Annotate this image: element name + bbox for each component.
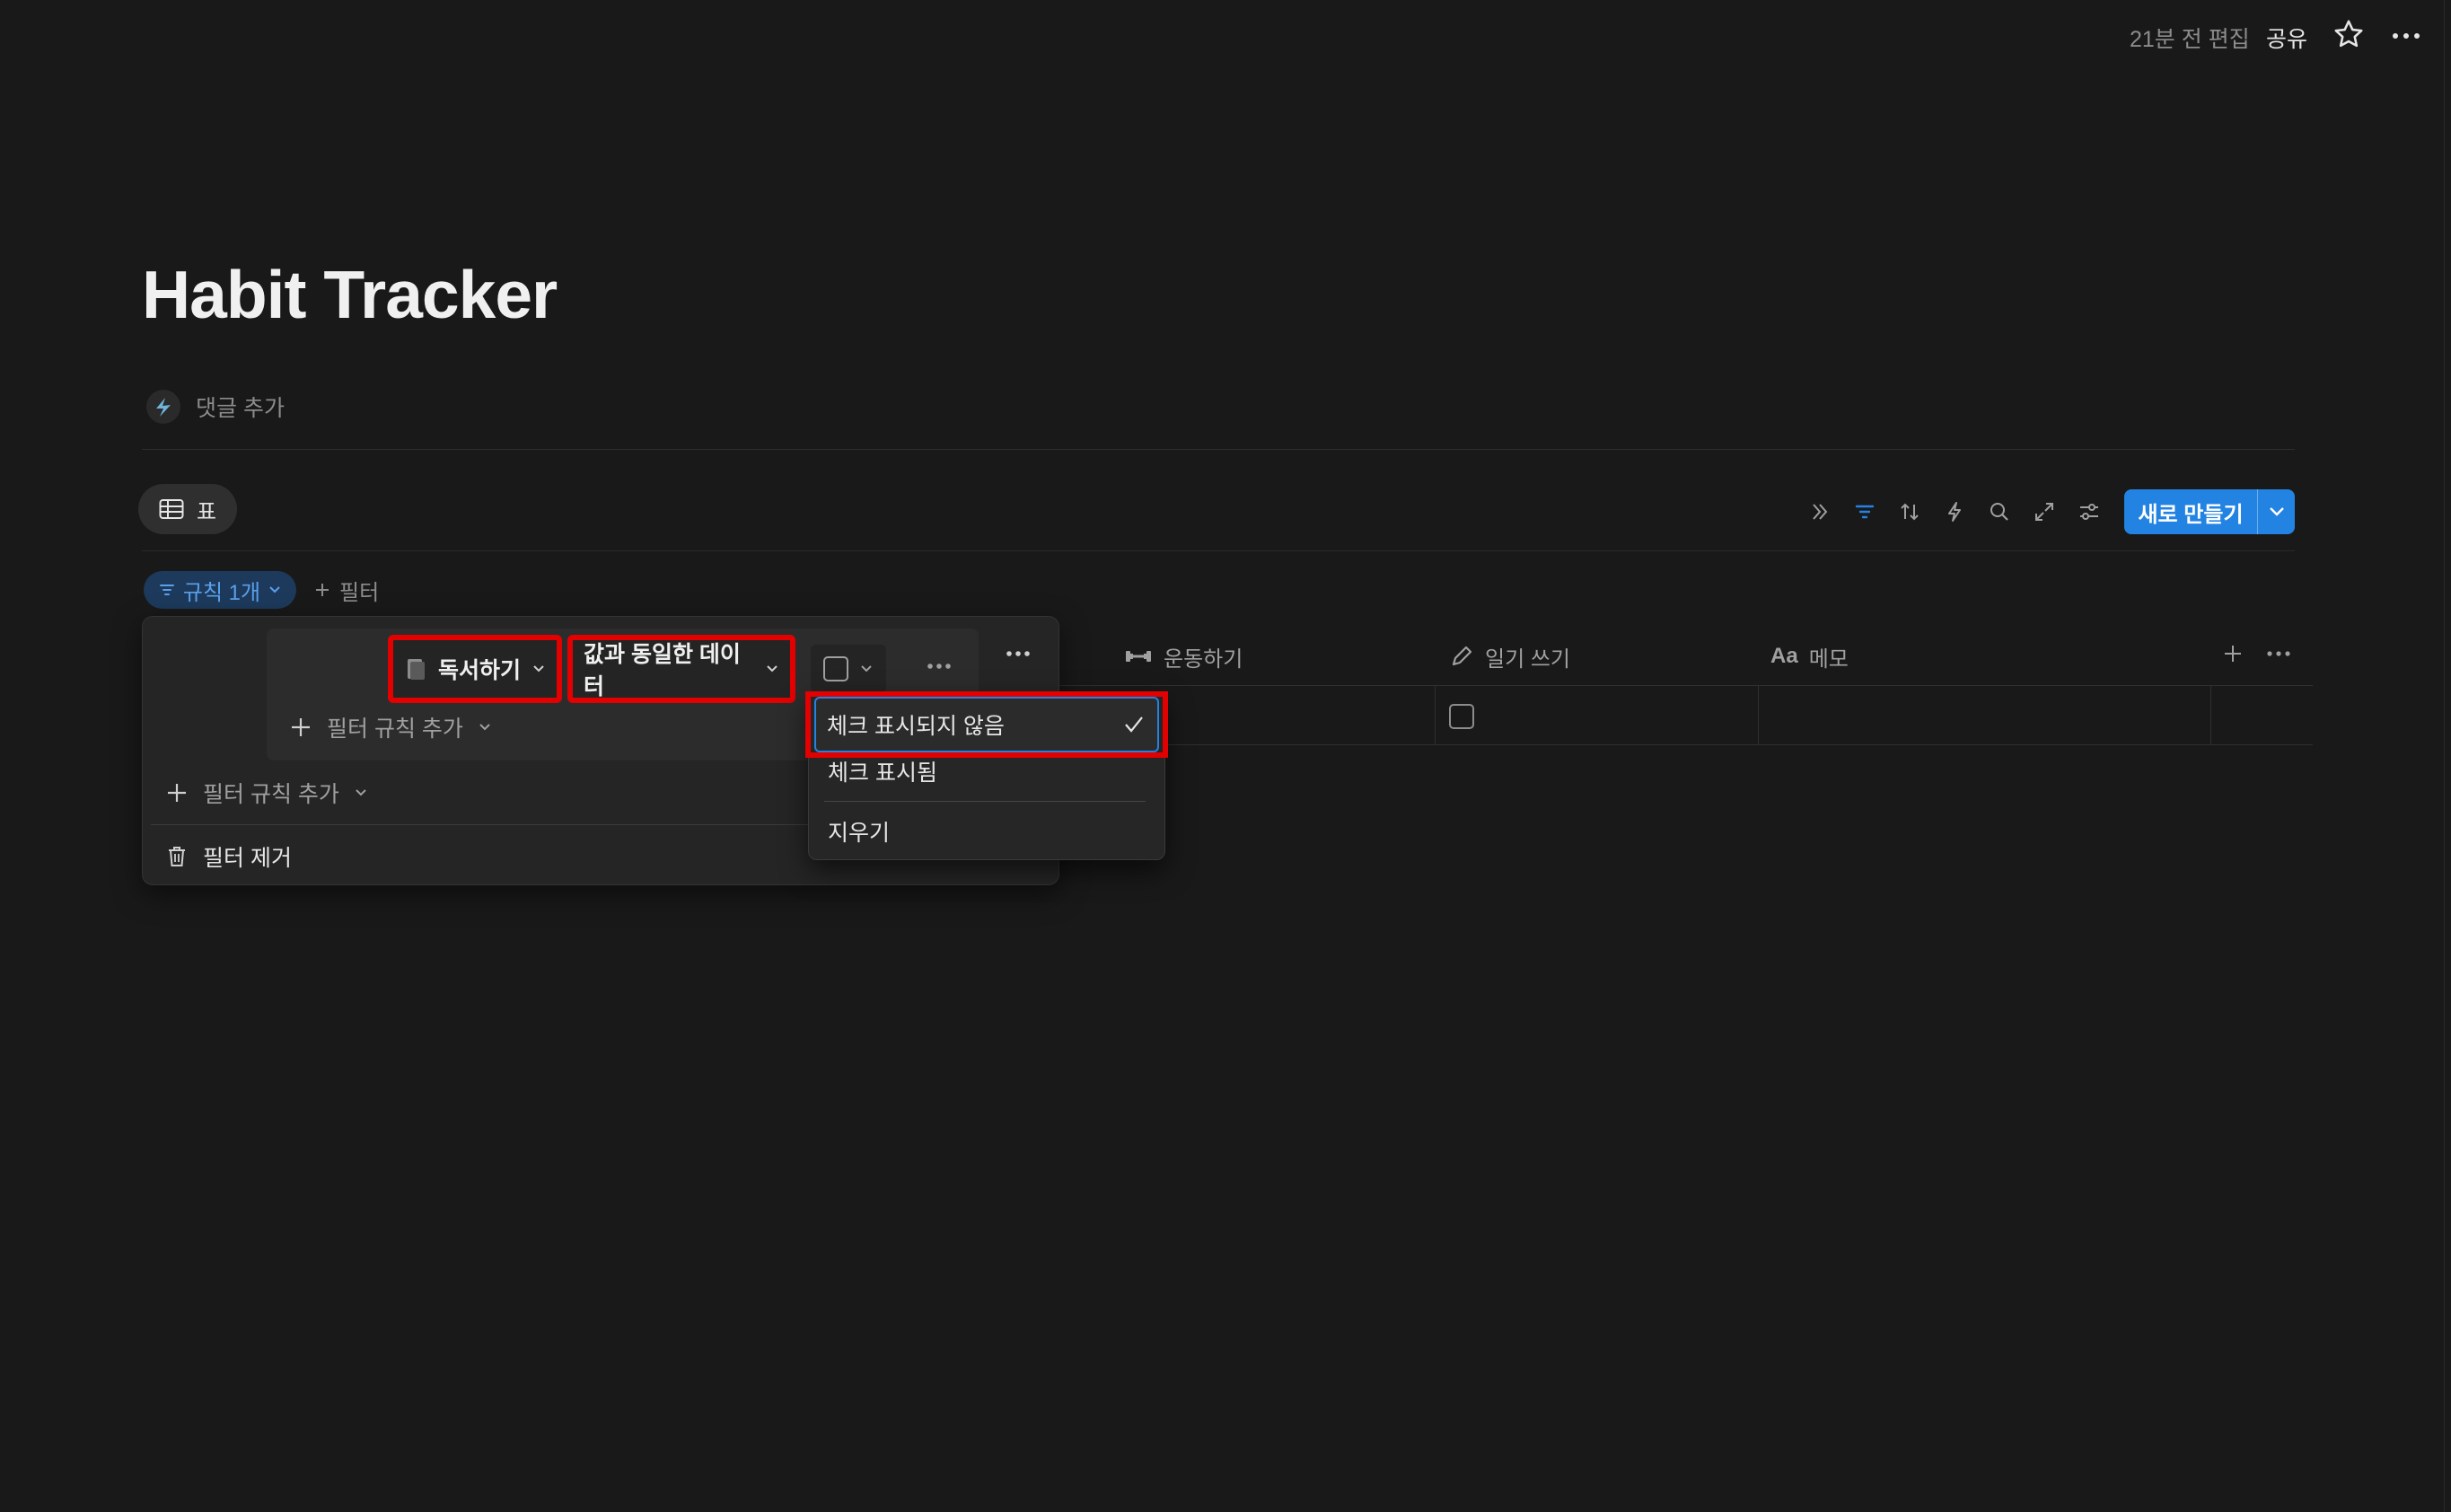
more-horizontal-icon[interactable] [2388, 20, 2424, 52]
add-column-button[interactable] [2222, 643, 2244, 664]
page-title[interactable]: Habit Tracker [142, 256, 558, 333]
plus-icon [314, 582, 330, 598]
filter-operator-select[interactable]: 값과 동일한 데이터 [567, 635, 795, 703]
option-unchecked[interactable]: 체크 표시되지 않음 [814, 697, 1159, 752]
settings-sliders-icon[interactable] [2071, 494, 2107, 530]
tab-table-view[interactable]: 표 [138, 484, 237, 534]
column-label: 운동하기 [1164, 646, 1243, 672]
remove-filter-button[interactable]: 필터 제거 [165, 841, 292, 872]
divider [142, 449, 2295, 450]
filter-icon [158, 581, 176, 599]
lightning-icon[interactable] [1937, 494, 1972, 530]
dumbbell-icon [1124, 646, 1153, 666]
plus-icon [165, 781, 189, 804]
window-edge [2444, 0, 2445, 1512]
plus-icon [289, 716, 312, 739]
rule-chip-label: 규칙 1개 [182, 580, 261, 605]
expand-icon[interactable] [2026, 494, 2062, 530]
new-button-dropdown[interactable] [2257, 489, 2295, 534]
column-header-exercise[interactable]: 운동하기 [1124, 629, 1243, 683]
filter-property-label: 독서하기 [438, 658, 522, 683]
chevron-down-icon [2268, 505, 2286, 518]
options-divider [824, 801, 1146, 802]
check-icon [1123, 715, 1145, 734]
chevron-down-icon [859, 664, 874, 674]
option-clear[interactable]: 지우기 [828, 815, 890, 848]
share-button[interactable]: 공유 [2266, 22, 2307, 54]
add-filter-rule-inner[interactable]: 필터 규칙 추가 [289, 713, 492, 742]
star-icon[interactable] [2332, 18, 2365, 50]
new-button[interactable]: 새로 만들기 [2124, 489, 2257, 534]
group-more-button[interactable] [1004, 645, 1032, 663]
text-aa-icon: Aa [1770, 644, 1798, 668]
more-horizontal-icon[interactable] [2264, 645, 2293, 663]
chevron-down-icon [765, 664, 779, 674]
search-icon[interactable] [1981, 494, 2017, 530]
toolbar-divider [142, 550, 2295, 551]
double-chevron-right-icon[interactable] [1802, 494, 1838, 530]
add-comment-row[interactable]: 댓글 추가 [145, 389, 285, 425]
table-row-border [1059, 744, 2313, 745]
chevron-down-icon [268, 585, 282, 595]
new-button-group: 새로 만들기 [2124, 489, 2295, 534]
option-unchecked-highlight[interactable]: 체크 표시되지 않음 [805, 691, 1168, 758]
filter-rule-chip[interactable]: 규칙 1개 [144, 571, 296, 609]
chevron-down-icon [531, 664, 546, 674]
add-filter-rule-outer[interactable]: 필터 규칙 추가 [165, 778, 368, 807]
column-header-journal[interactable]: 일기 쓰기 [1449, 629, 1570, 683]
filter-operator-label: 값과 동일한 데이터 [584, 642, 741, 699]
table-header-border [1059, 685, 2313, 686]
column-divider [1758, 685, 1759, 744]
column-label: 일기 쓰기 [1485, 646, 1570, 672]
chevron-down-icon [478, 722, 492, 733]
column-divider [2210, 685, 2211, 744]
trash-icon [165, 844, 189, 869]
book-icon [404, 656, 427, 681]
remove-filter-label: 필터 제거 [203, 846, 292, 871]
last-edited-text: 21분 전 편집 [2130, 27, 2250, 52]
add-filter-label: 필터 [339, 580, 380, 605]
add-filter-button[interactable]: 필터 [314, 573, 379, 607]
column-label: 메모 [1808, 646, 1849, 672]
filter-value-select[interactable] [811, 645, 886, 693]
avatar [145, 389, 181, 425]
checkbox-icon [823, 656, 848, 681]
tab-label: 표 [196, 499, 217, 524]
filter-property-select[interactable]: 독서하기 [388, 635, 562, 703]
table-icon [159, 498, 184, 520]
chevron-down-icon [354, 787, 368, 798]
option-checked[interactable]: 체크 표시됨 [828, 755, 937, 787]
add-filter-rule-label: 필터 규칙 추가 [327, 716, 463, 742]
column-divider [1435, 685, 1436, 744]
rule-more-button[interactable] [925, 657, 953, 675]
sort-icon[interactable] [1892, 494, 1928, 530]
add-comment-label[interactable]: 댓글 추가 [196, 391, 285, 423]
filter-icon[interactable] [1847, 494, 1883, 530]
option-label: 체크 표시되지 않음 [827, 714, 1005, 739]
add-filter-rule-label: 필터 규칙 추가 [203, 782, 339, 807]
pencil-icon [1449, 644, 1474, 669]
column-header-memo[interactable]: Aa 메모 [1770, 629, 1849, 683]
journal-checkbox[interactable] [1449, 704, 1474, 729]
